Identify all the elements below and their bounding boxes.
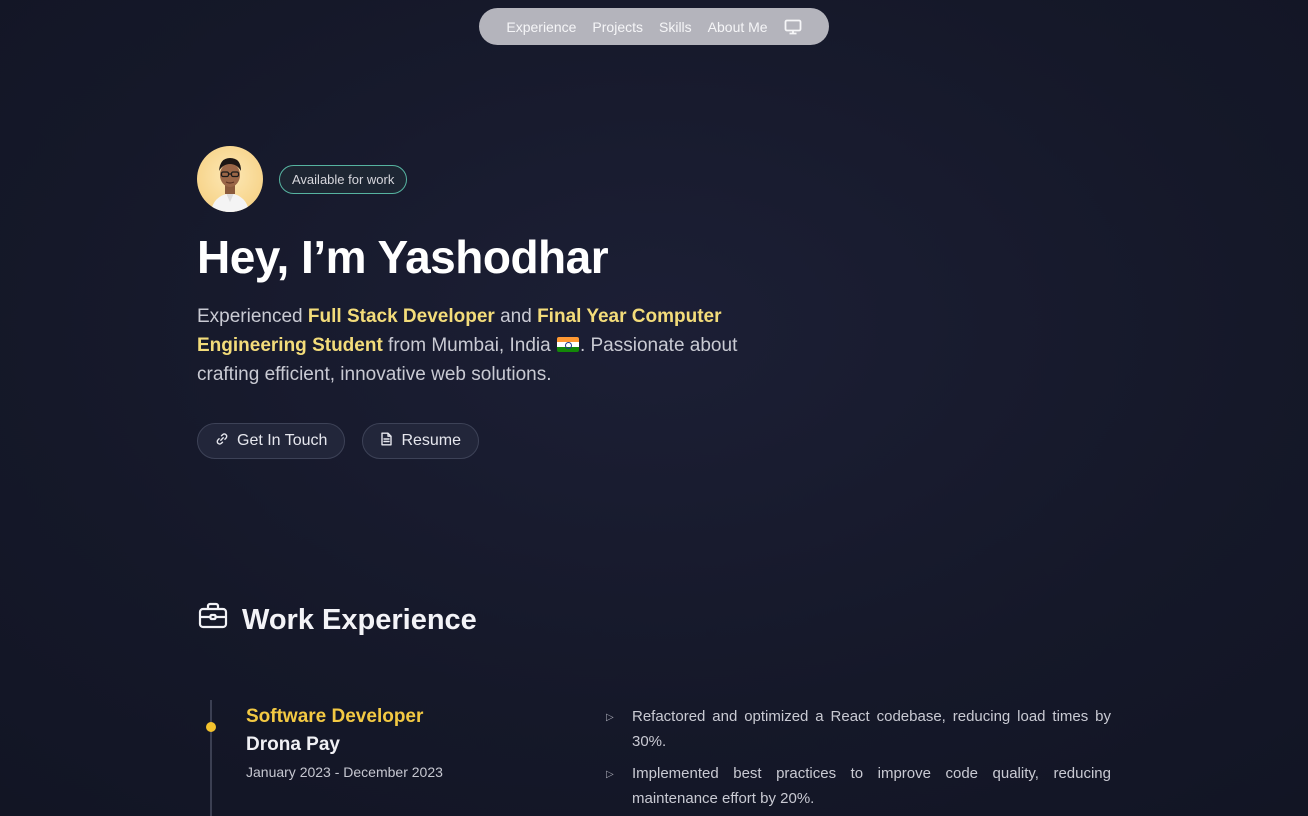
list-item: ▷ Refactored and optimized a React codeb… <box>606 704 1111 754</box>
timeline-dot <box>206 722 216 732</box>
triangle-bullet-icon: ▷ <box>606 769 614 780</box>
intro-text-3: from Mumbai, India <box>382 335 556 356</box>
availability-badge: Available for work <box>279 164 408 194</box>
job-point: Implemented best practices to improve co… <box>632 765 1111 807</box>
hero-greeting: Hey, I’m Yashodhar <box>197 231 609 283</box>
get-in-touch-button[interactable]: Get In Touch <box>197 423 346 459</box>
resume-label: Resume <box>401 432 462 449</box>
list-item: ▷ Implemented best practices to improve … <box>606 761 1111 811</box>
work-experience-title: Work Experience <box>242 603 477 636</box>
hero-section: Available for work Hey, I’m Yashodhar Ex… <box>197 146 817 459</box>
intro-text-2: and <box>494 306 538 327</box>
job-entry: Software Developer Drona Pay January 202… <box>246 706 443 780</box>
resume-button[interactable]: Resume <box>362 423 480 459</box>
triangle-bullet-icon: ▷ <box>606 712 614 723</box>
nav-item-experience[interactable]: Experience <box>506 19 576 35</box>
job-point: Refactored and optimized a React codebas… <box>632 708 1111 750</box>
avatar <box>197 146 263 212</box>
intro-text-1: Experienced <box>197 306 308 327</box>
nav-item-projects[interactable]: Projects <box>592 19 643 35</box>
india-flag-icon <box>556 337 579 352</box>
monitor-icon[interactable] <box>784 19 802 35</box>
top-nav: Experience Projects Skills About Me <box>479 8 829 45</box>
briefcase-icon <box>198 602 228 638</box>
hero-intro: Experienced Full Stack Developer and Fin… <box>197 302 777 389</box>
job-dates: January 2023 - December 2023 <box>246 764 443 780</box>
nav-item-skills[interactable]: Skills <box>659 19 692 35</box>
document-icon <box>380 432 393 451</box>
timeline-line <box>210 700 212 816</box>
get-in-touch-label: Get In Touch <box>237 432 328 449</box>
intro-highlight-role: Full Stack Developer <box>307 306 495 327</box>
nav-item-about-me[interactable]: About Me <box>708 19 768 35</box>
work-experience-heading: Work Experience <box>198 602 477 638</box>
hero-top-row: Available for work <box>197 146 817 212</box>
job-role: Software Developer <box>246 706 424 727</box>
job-company: Drona Pay <box>246 734 340 755</box>
job-highlights: ▷ Refactored and optimized a React codeb… <box>606 704 1111 816</box>
link-icon <box>215 432 229 451</box>
hero-buttons: Get In Touch Resume <box>197 423 817 459</box>
